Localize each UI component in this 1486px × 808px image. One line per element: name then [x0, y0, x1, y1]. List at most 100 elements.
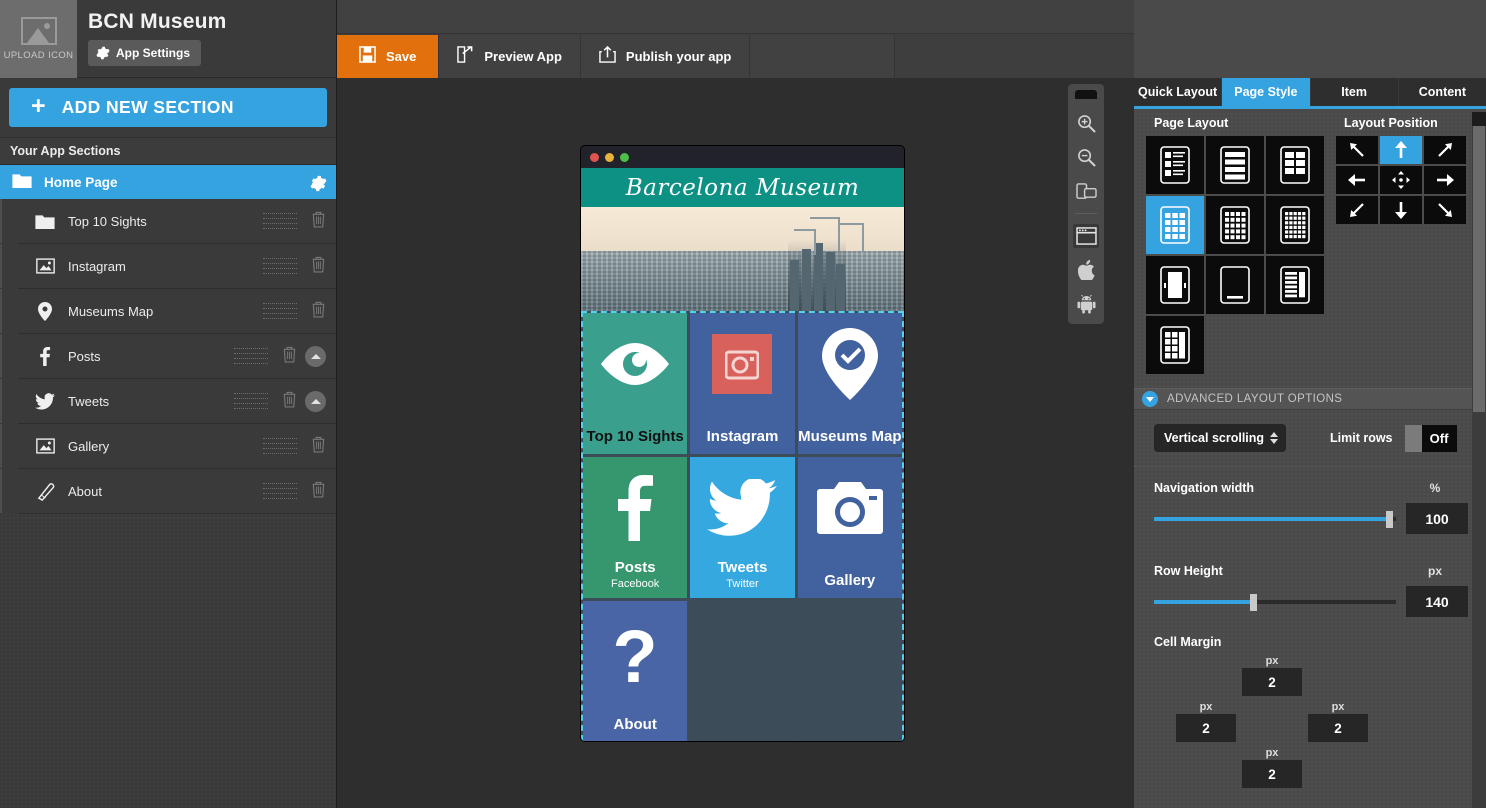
add-new-section-button[interactable]: + ADD NEW SECTION — [9, 88, 327, 127]
drag-handle[interactable] — [234, 348, 268, 364]
align-top-left-button[interactable] — [1336, 136, 1378, 164]
navigation-width-input[interactable]: 100 — [1406, 503, 1468, 534]
layout-option-three-column-grid[interactable] — [1146, 196, 1204, 254]
delete-icon[interactable] — [311, 480, 326, 503]
navigation-width-unit: % — [1429, 481, 1441, 495]
app-settings-button[interactable]: App Settings — [88, 40, 201, 66]
list-item[interactable]: Gallery — [0, 424, 336, 469]
list-item[interactable]: Top 10 Sights — [0, 199, 336, 244]
layout-option-two-column-grid[interactable] — [1266, 136, 1324, 194]
navigation-width-slider[interactable] — [1154, 510, 1396, 528]
cell-margin-bottom-input[interactable]: 2 — [1242, 760, 1302, 788]
align-top-center-button[interactable] — [1380, 136, 1422, 164]
scrollbar-thumb[interactable] — [1473, 112, 1485, 412]
preview-app-label: Preview App — [484, 49, 562, 64]
list-item[interactable]: Instagram — [0, 244, 336, 289]
layout-option-stacked-rows[interactable] — [1206, 136, 1264, 194]
home-page-settings-gear-icon[interactable] — [310, 175, 327, 192]
layout-option-carousel[interactable] — [1146, 256, 1204, 314]
align-center-button[interactable] — [1380, 166, 1422, 194]
tab-content[interactable]: Content — [1398, 78, 1486, 106]
drag-handle[interactable] — [263, 258, 297, 274]
slider-thumb[interactable] — [1250, 593, 1258, 611]
tile-top-10-sights[interactable]: Top 10 Sights — [583, 313, 688, 454]
tab-page-style[interactable]: Page Style — [1222, 78, 1311, 106]
layout-option-four-column-grid[interactable] — [1206, 196, 1264, 254]
sidebar-item-home-page[interactable]: Home Page — [0, 165, 336, 199]
drag-handle[interactable] — [263, 213, 297, 229]
layout-option-side-list[interactable] — [1266, 256, 1324, 314]
android-icon[interactable] — [1073, 292, 1099, 316]
layout-option-five-column-grid[interactable] — [1266, 196, 1324, 254]
right-panel-body: Page Layout Layout Position ADVANCED LAY… — [1134, 112, 1486, 808]
svg-text:?: ? — [613, 624, 658, 698]
save-button[interactable]: Save — [337, 35, 440, 78]
delete-icon[interactable] — [282, 345, 297, 368]
list-item[interactable]: About — [0, 469, 336, 514]
tile-tweets[interactable]: Tweets Twitter — [690, 457, 795, 598]
align-bottom-right-button[interactable] — [1424, 196, 1466, 224]
tab-quick-layout[interactable]: Quick Layout — [1134, 78, 1223, 106]
advanced-layout-options-toggle[interactable]: ADVANCED LAYOUT OPTIONS — [1134, 388, 1486, 410]
list-item[interactable]: Tweets — [0, 379, 336, 424]
tile-gallery[interactable]: Gallery — [797, 457, 902, 598]
right-panel-section-headers: Page Layout Layout Position — [1134, 112, 1486, 136]
close-icon[interactable] — [590, 152, 599, 162]
tile-empty-slot — [690, 601, 795, 741]
slider-thumb[interactable] — [1385, 510, 1393, 528]
apple-icon[interactable] — [1073, 258, 1099, 282]
drag-handle[interactable] — [263, 303, 297, 319]
facebook-icon — [583, 457, 687, 558]
align-bottom-center-button[interactable] — [1380, 196, 1422, 224]
delete-icon[interactable] — [311, 300, 326, 323]
minimize-icon[interactable] — [605, 152, 614, 162]
tile-label: Instagram — [706, 428, 779, 446]
layout-option-list-detail[interactable] — [1146, 136, 1204, 194]
delete-icon[interactable] — [311, 210, 326, 233]
cell-margin-right-unit: px — [1331, 701, 1345, 713]
align-top-right-button[interactable] — [1424, 136, 1466, 164]
drag-handle[interactable] — [263, 483, 297, 499]
cell-margin-right-input[interactable]: 2 — [1308, 714, 1368, 742]
tile-about[interactable]: ? About — [583, 601, 688, 741]
limit-rows-toggle[interactable]: Off — [1404, 424, 1457, 452]
reorder-up-button[interactable] — [305, 345, 326, 367]
tile-posts[interactable]: Posts Facebook — [583, 457, 688, 598]
tile-museums-map[interactable]: Museums Map — [797, 313, 902, 454]
cell-margin-left-input[interactable]: 2 — [1176, 714, 1236, 742]
rotate-device-icon[interactable] — [1073, 179, 1099, 203]
list-item[interactable]: Museums Map — [0, 289, 336, 334]
delete-icon[interactable] — [311, 255, 326, 278]
row-height-slider[interactable] — [1154, 593, 1396, 611]
scroll-direction-select[interactable]: Vertical scrolling — [1154, 424, 1286, 452]
drag-handle[interactable] — [263, 438, 297, 454]
layout-option-mixed-grid[interactable] — [1146, 316, 1204, 374]
tab-item[interactable]: Item — [1310, 78, 1399, 106]
zoom-in-icon[interactable] — [1073, 111, 1099, 135]
list-item[interactable]: Posts — [0, 334, 336, 379]
slider-fill — [1154, 599, 1254, 604]
delete-icon[interactable] — [311, 435, 326, 458]
scrollbar-corner — [1472, 112, 1486, 126]
home-page-label: Home Page — [44, 174, 118, 190]
zoom-out-icon[interactable] — [1073, 145, 1099, 169]
tile-instagram[interactable]: Instagram — [690, 313, 795, 454]
align-middle-left-button[interactable] — [1336, 166, 1378, 194]
maximize-icon[interactable] — [620, 152, 629, 162]
publish-app-button[interactable]: Publish your app — [580, 35, 751, 78]
cell-margin-top-input[interactable]: 2 — [1242, 668, 1302, 696]
row-height-input[interactable]: 140 — [1406, 586, 1468, 617]
tile-label: Museums Map — [798, 428, 902, 446]
browser-window-icon[interactable] — [1073, 224, 1099, 248]
right-panel-scrollbar[interactable] — [1472, 112, 1486, 808]
preview-app-button[interactable]: Preview App — [439, 35, 581, 78]
delete-icon[interactable] — [282, 390, 297, 413]
reorder-up-button[interactable] — [305, 390, 326, 412]
eye-icon — [583, 313, 687, 414]
layout-option-blank[interactable] — [1206, 256, 1264, 314]
drag-handle[interactable] — [234, 393, 268, 409]
align-middle-right-button[interactable] — [1424, 166, 1466, 194]
section-label: About — [68, 483, 102, 499]
upload-icon-button[interactable]: UPLOAD ICON — [0, 0, 77, 78]
align-bottom-left-button[interactable] — [1336, 196, 1378, 224]
